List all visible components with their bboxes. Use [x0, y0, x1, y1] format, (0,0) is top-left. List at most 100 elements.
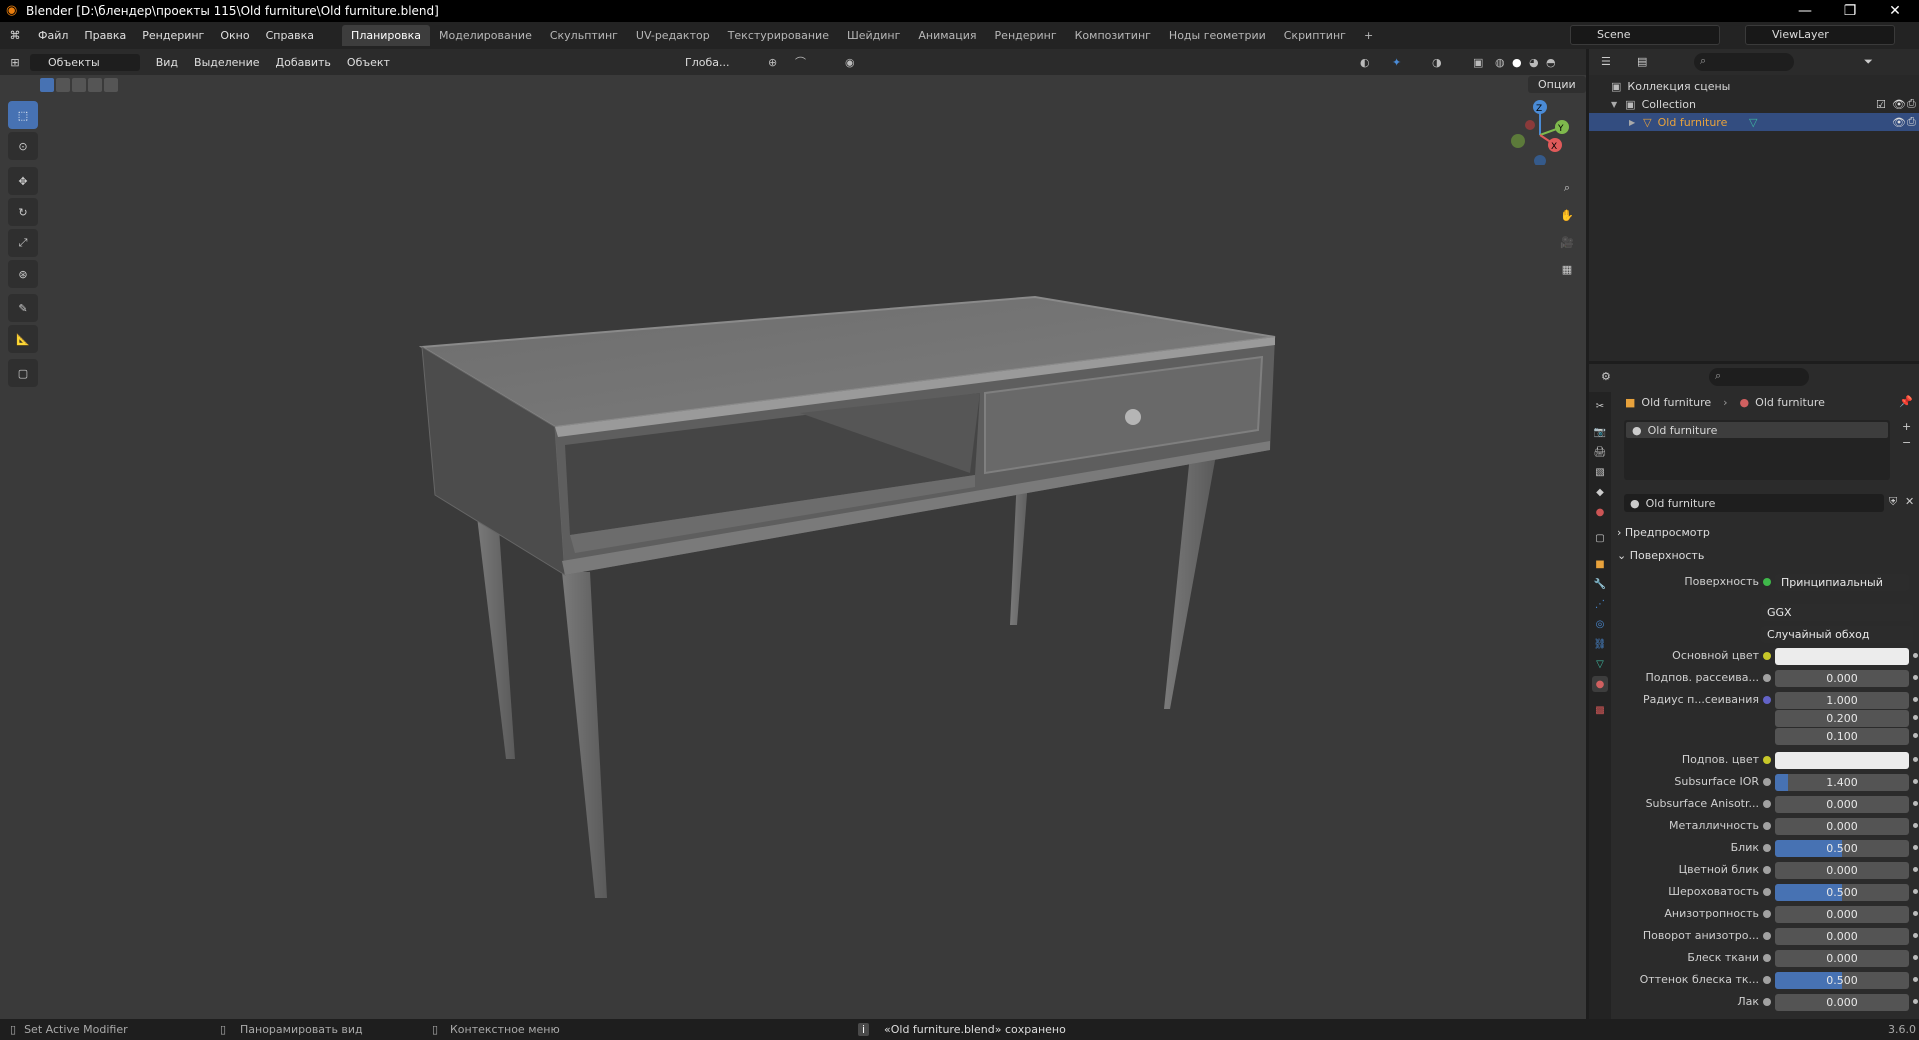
view-layer-tab-icon[interactable]: ▧: [1592, 464, 1608, 480]
keyframe-dot-icon[interactable]: [1913, 779, 1918, 784]
keyframe-dot-icon[interactable]: [1913, 867, 1918, 872]
tab-compositing[interactable]: Композитинг: [1066, 25, 1160, 46]
blender-menu-icon[interactable]: ⌘: [0, 29, 30, 42]
value-slider[interactable]: 0.000: [1775, 670, 1909, 687]
material-slot-list[interactable]: ● Old furniture: [1624, 420, 1890, 480]
object-tab-icon[interactable]: ■: [1592, 556, 1608, 572]
checkbox-icon[interactable]: ☑: [1876, 98, 1886, 111]
menu-help[interactable]: Справка: [258, 22, 322, 49]
snap-icon[interactable]: ⌒: [795, 54, 806, 70]
surface-shader-field[interactable]: Принципиальный BSDF: [1775, 574, 1909, 591]
socket-icon[interactable]: [1763, 910, 1771, 918]
close-icon[interactable]: ✕: [1873, 0, 1917, 22]
fake-user-icon[interactable]: ⛨: [1889, 495, 1897, 509]
outliner-search-input[interactable]: ⌕: [1694, 53, 1794, 71]
socket-icon[interactable]: [1763, 932, 1771, 940]
pivot-icon[interactable]: ⊕: [768, 56, 777, 69]
material-tab-icon[interactable]: ●: [1592, 676, 1608, 692]
keyframe-dot-icon[interactable]: [1913, 733, 1918, 738]
outliner-type-icon[interactable]: ☰: [1601, 55, 1611, 68]
minimize-icon[interactable]: —: [1783, 0, 1827, 22]
properties-search-input[interactable]: ⌕: [1709, 368, 1809, 386]
socket-icon[interactable]: [1763, 954, 1771, 962]
table-3d-model[interactable]: [0, 75, 1586, 1019]
tab-sculpting[interactable]: Скульптинг: [541, 25, 627, 46]
value-slider[interactable]: 0.000: [1775, 994, 1909, 1011]
keyframe-dot-icon[interactable]: [1913, 911, 1918, 916]
pin-icon[interactable]: 📌: [1899, 395, 1913, 408]
preview-section[interactable]: › Предпросмотр: [1617, 523, 1710, 543]
texture-tab-icon[interactable]: ▩: [1592, 702, 1608, 718]
subsurface-method-dropdown[interactable]: Случайный обход: [1761, 626, 1913, 643]
keyframe-dot-icon[interactable]: [1913, 801, 1918, 806]
value-slider[interactable]: 0.200: [1775, 710, 1909, 727]
world-tab-icon[interactable]: ●: [1592, 504, 1608, 520]
physics-tab-icon[interactable]: ◎: [1592, 616, 1608, 632]
camera-render-icon[interactable]: ⎙: [1907, 97, 1916, 111]
material-shading-icon[interactable]: ◕: [1529, 56, 1539, 69]
output-tab-icon[interactable]: 🖨: [1592, 444, 1608, 460]
socket-icon[interactable]: [1763, 976, 1771, 984]
3d-viewport[interactable]: Опции ⬚ ⊙ ✥ ↻ ⤢ ⊛ ✎ 📐 ▢ Z Y X ⌕ ✋ 🎥 ▦: [0, 75, 1586, 1019]
solid-shading-icon[interactable]: ●: [1512, 56, 1522, 69]
tab-shading[interactable]: Шейдинг: [838, 25, 909, 46]
render-tab-icon[interactable]: 📷: [1592, 424, 1608, 440]
value-slider[interactable]: 0.000: [1775, 906, 1909, 923]
constraint-tab-icon[interactable]: ⛓: [1592, 636, 1608, 652]
keyframe-dot-icon[interactable]: [1913, 977, 1918, 982]
value-slider[interactable]: 0.500: [1775, 840, 1909, 857]
proportional-icon[interactable]: ◉: [845, 56, 855, 69]
material-name-field[interactable]: ● Old furniture: [1624, 494, 1884, 512]
value-slider[interactable]: 0.000: [1775, 862, 1909, 879]
value-slider[interactable]: 1.000: [1775, 692, 1909, 709]
socket-icon[interactable]: [1763, 756, 1771, 764]
mode-selector[interactable]: Объекты: [30, 53, 140, 71]
menu-edit[interactable]: Правка: [76, 22, 134, 49]
scene-selector[interactable]: Scene: [1570, 25, 1720, 45]
keyframe-dot-icon[interactable]: [1913, 675, 1918, 680]
eye-icon[interactable]: 👁: [1892, 116, 1906, 129]
menu-window[interactable]: Окно: [212, 22, 257, 49]
keyframe-dot-icon[interactable]: [1913, 999, 1918, 1004]
distribution-dropdown[interactable]: GGX: [1761, 604, 1913, 621]
properties-type-icon[interactable]: ⚙: [1601, 370, 1611, 383]
add-workspace-icon[interactable]: +: [1355, 25, 1382, 46]
value-slider[interactable]: 0.500: [1775, 972, 1909, 989]
camera-render-icon[interactable]: ⎙: [1907, 115, 1916, 129]
socket-icon[interactable]: [1763, 998, 1771, 1006]
unlink-icon[interactable]: ✕: [1905, 495, 1914, 508]
add-slot-icon[interactable]: +: [1902, 420, 1911, 433]
outliner-row-collection[interactable]: ▼ ▣ Collection ☑ 👁 ⎙: [1589, 95, 1919, 113]
value-slider[interactable]: 0.100: [1775, 728, 1909, 745]
keyframe-dot-icon[interactable]: [1913, 653, 1918, 658]
gizmo-toggle-icon[interactable]: ✦: [1392, 56, 1401, 69]
socket-icon[interactable]: [1763, 822, 1771, 830]
display-mode-icon[interactable]: ▤: [1637, 55, 1647, 68]
eye-icon[interactable]: 👁: [1892, 98, 1906, 111]
tab-scripting[interactable]: Скриптинг: [1275, 25, 1355, 46]
tool-tab-icon[interactable]: ✂: [1592, 398, 1608, 414]
tab-modeling[interactable]: Моделирование: [430, 25, 541, 46]
menu-select[interactable]: Выделение: [186, 49, 268, 76]
keyframe-dot-icon[interactable]: [1913, 933, 1918, 938]
wireframe-shading-icon[interactable]: ◍: [1495, 56, 1505, 69]
expand-icon[interactable]: ▼: [1611, 100, 1617, 109]
data-tab-icon[interactable]: ▽: [1592, 656, 1608, 672]
editor-type-icon[interactable]: ⊞: [0, 56, 30, 69]
tab-uv[interactable]: UV-редактор: [627, 25, 719, 46]
socket-icon[interactable]: [1763, 652, 1771, 660]
transform-orientation[interactable]: Глоба...: [685, 56, 729, 69]
keyframe-dot-icon[interactable]: [1913, 697, 1918, 702]
color-swatch[interactable]: [1775, 752, 1909, 769]
overlay-icon[interactable]: ◑: [1432, 56, 1442, 69]
color-swatch[interactable]: [1775, 648, 1909, 665]
keyframe-dot-icon[interactable]: [1913, 845, 1918, 850]
collection-tab-icon[interactable]: ▢: [1592, 530, 1608, 546]
visibility-icon[interactable]: ◐: [1360, 56, 1370, 69]
menu-view[interactable]: Вид: [148, 49, 186, 76]
particles-tab-icon[interactable]: ⋰: [1592, 596, 1608, 612]
modifier-tab-icon[interactable]: 🔧: [1592, 576, 1608, 592]
keyframe-dot-icon[interactable]: [1913, 889, 1918, 894]
keyframe-dot-icon[interactable]: [1913, 715, 1918, 720]
socket-icon[interactable]: [1763, 778, 1771, 786]
